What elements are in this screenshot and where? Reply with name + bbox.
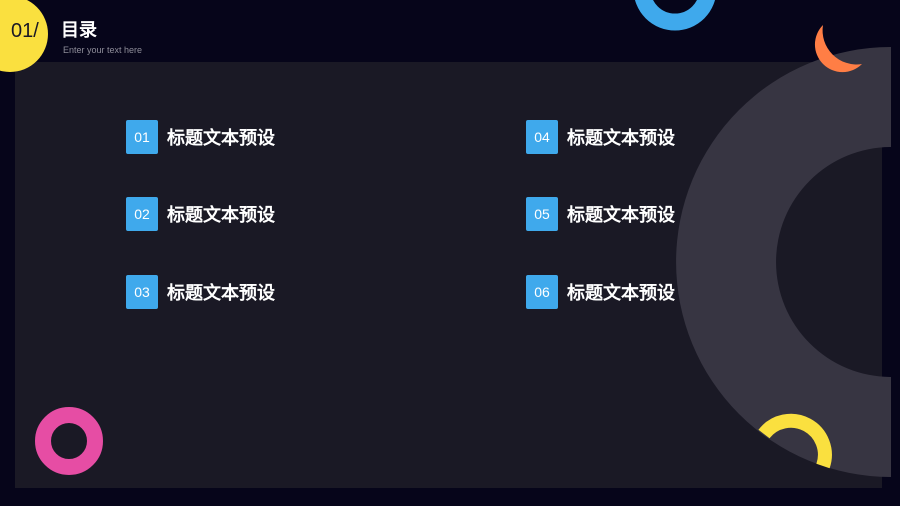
toc-item-label: 标题文本预设 <box>167 205 275 226</box>
toc-item-05[interactable]: 05 标题文本预设 <box>526 197 675 231</box>
gray-arc-icon <box>676 47 891 477</box>
toc-item-label: 标题文本预设 <box>167 128 275 149</box>
toc-item-06[interactable]: 06 标题文本预设 <box>526 275 675 309</box>
pink-ring-icon <box>35 407 103 475</box>
toc-number-badge: 05 <box>526 197 558 231</box>
page-subtitle: Enter your text here <box>63 45 143 55</box>
toc-item-02[interactable]: 02 标题文本预设 <box>126 197 275 231</box>
slide: 01/ 目录 Enter your text here 01 标题文本预设 02… <box>0 0 900 506</box>
toc-item-label: 标题文本预设 <box>567 205 675 226</box>
toc-number-badge: 04 <box>526 120 558 154</box>
toc-number-badge: 03 <box>126 275 158 309</box>
toc-item-04[interactable]: 04 标题文本预设 <box>526 120 675 154</box>
toc-item-label: 标题文本预设 <box>567 128 675 149</box>
blue-ring-top-icon <box>635 0 715 31</box>
toc-number-badge: 02 <box>126 197 158 231</box>
toc-number-badge: 01 <box>126 120 158 154</box>
toc-item-03[interactable]: 03 标题文本预设 <box>126 275 275 309</box>
toc-number-badge: 06 <box>526 275 558 309</box>
decorations <box>35 0 891 477</box>
toc-item-01[interactable]: 01 标题文本预设 <box>126 120 275 154</box>
toc-item-label: 标题文本预设 <box>167 283 275 304</box>
page-number: 01/ <box>11 20 39 42</box>
toc-item-label: 标题文本预设 <box>567 283 675 304</box>
page-title: 目录 <box>61 20 97 41</box>
